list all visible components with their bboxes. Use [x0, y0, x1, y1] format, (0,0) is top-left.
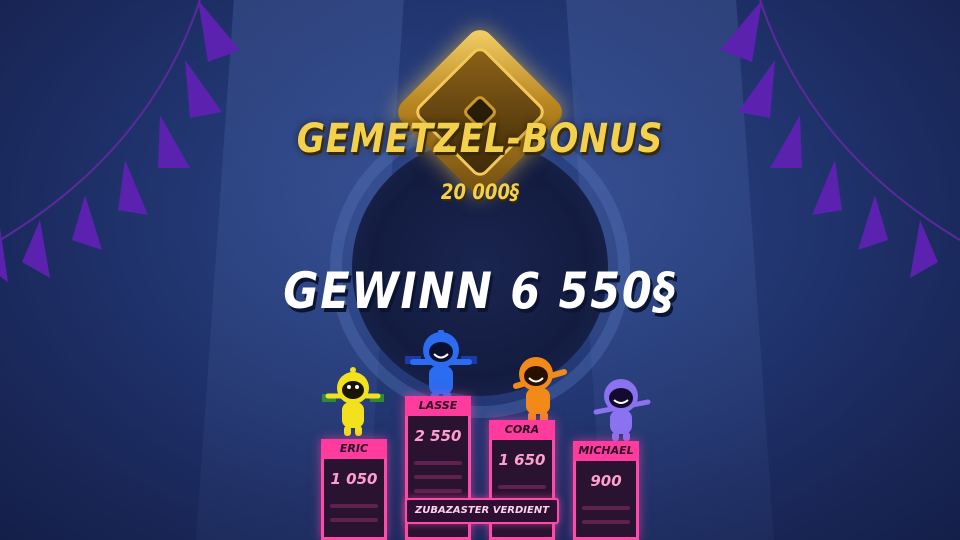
player-score-cora: 1 650	[498, 451, 546, 469]
player-name-lasse: LASSE	[405, 396, 471, 416]
player-avatar-michael	[593, 379, 651, 441]
player-name-eric: ERIC	[321, 439, 387, 459]
results-stage: GEMETZEL-BONUS 20 000§ GEWINN 6 550§ ERI…	[0, 0, 960, 540]
podium-michael: MICHAEL 900	[573, 441, 639, 540]
bonus-title: GEMETZEL-BONUS	[296, 116, 664, 162]
player-score-michael: 900	[590, 472, 622, 490]
player-name-michael: MICHAEL	[573, 441, 639, 461]
bonus-amount: 20 000§	[440, 180, 520, 204]
player-avatar-cora	[513, 357, 567, 422]
player-avatar-lasse	[405, 330, 477, 404]
player-score-lasse: 2 550	[414, 427, 462, 445]
earned-currency-banner: ZUBAZASTER VERDIENT	[405, 498, 559, 524]
player-name-cora: CORA	[489, 420, 555, 440]
win-total: GEWINN 6 550§	[283, 262, 677, 320]
player-score-eric: 1 050	[330, 470, 378, 488]
podium-eric: ERIC 1 050	[321, 439, 387, 540]
player-avatar-eric	[322, 367, 384, 436]
